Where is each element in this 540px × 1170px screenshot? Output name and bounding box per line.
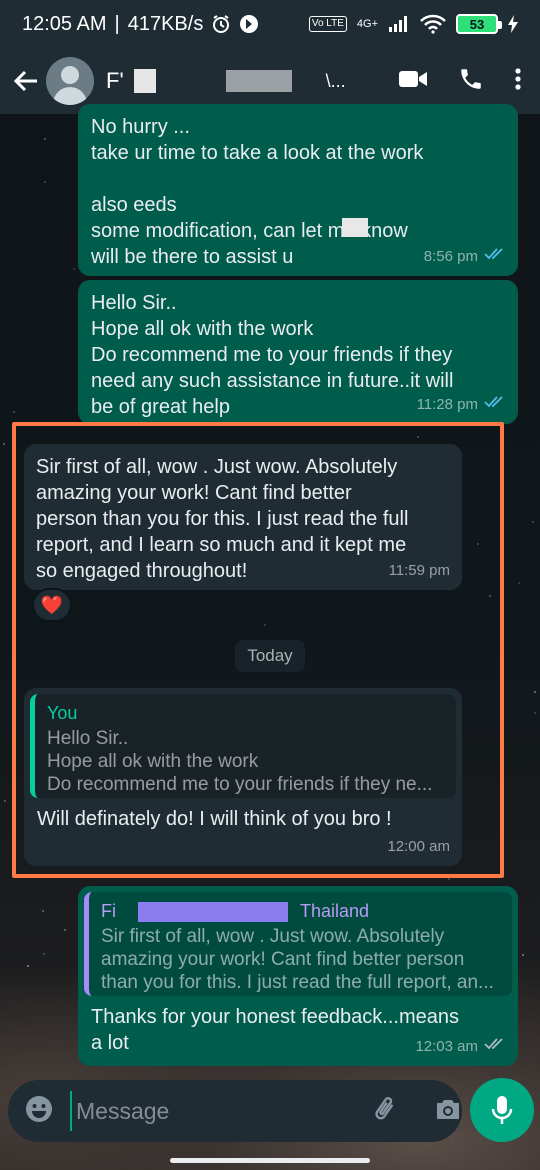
message-time: 8:56 pm [423,248,478,265]
message-input[interactable] [70,1091,372,1131]
redaction-block [138,901,288,922]
star [42,910,44,912]
arrow-left-icon [13,70,37,92]
star [13,411,15,413]
more-vert-icon[interactable] [514,67,522,96]
message-time: 11:59 pm [388,562,450,579]
heart-icon: ❤️ [40,594,64,615]
phone-icon[interactable] [458,66,484,97]
status-bar: 12:05 AM | 417KB/s Vo LTE 4G+ 53 [0,0,540,48]
navigation-handle[interactable] [170,1158,370,1163]
quoted-text: Hello Sir.. Hope all ok with the work Do… [47,728,433,795]
mic-icon [491,1096,513,1124]
quoted-author-prefix: Fi [101,901,116,921]
message-time: 12:00 am [387,838,450,855]
reaction-badge[interactable]: ❤️ [32,588,72,622]
message-time: 11:28 pm [416,396,478,413]
star [44,181,46,183]
quoted-message[interactable]: You Hello Sir.. Hope all ok with the wor… [30,694,456,798]
alarm-icon [211,14,231,34]
quoted-message[interactable]: Fi Thailand Sir first of all, wow . Just… [84,892,512,996]
quoted-author-suffix: Thailand [300,901,370,921]
quoted-author: Fi Thailand [101,900,502,923]
wifi-icon [420,14,446,34]
battery-level: 53 [469,16,485,32]
vpn-icon [239,14,259,34]
camera-icon[interactable] [434,1097,462,1126]
message-bubble[interactable]: You Hello Sir.. Hope all ok with the wor… [24,688,462,866]
avatar[interactable] [46,57,94,105]
read-ticks-icon [484,392,506,418]
message-text: Will definately do! I will think of you … [37,808,392,830]
redaction-block [225,70,292,92]
quoted-text: Sir first of all, wow . Just wow. Absolu… [101,926,494,993]
star [64,929,66,931]
message-time: 12:03 am [415,1038,478,1055]
message-composer [8,1080,462,1142]
emoji-icon[interactable] [24,1094,54,1129]
redaction-block [218,192,518,218]
charging-icon [508,15,518,33]
network-speed: 417KB/s [127,12,204,35]
mic-button[interactable] [470,1078,534,1142]
star [73,268,75,270]
star [522,954,524,956]
star [532,521,534,523]
chat-screen: 12:05 AM | 417KB/s Vo LTE 4G+ 53 F' \...… [0,0,540,1170]
message-bubble[interactable]: Hello Sir.. Hope all ok with the work Do… [78,280,518,424]
star [398,424,400,426]
message-bubble[interactable]: Sir first of all, wow . Just wow. Absolu… [24,444,462,590]
star [489,595,491,597]
star [3,443,5,445]
read-ticks-icon [484,244,506,270]
message-bubble[interactable]: No hurry ... take ur time to take a look… [78,104,518,276]
redaction-block [133,69,156,93]
redaction-block [342,217,368,237]
star [518,582,520,584]
star [264,624,266,626]
star [27,965,29,967]
contact-name[interactable]: F' \... [106,68,398,94]
volte-badge: Vo LTE [308,16,347,32]
back-button[interactable] [12,67,40,95]
star [448,878,450,880]
star [4,800,6,802]
star [477,543,479,545]
star [534,712,536,714]
contact-name-initial: F' [106,68,124,93]
status-separator: | [114,12,120,35]
contact-name-suffix: \... [325,70,346,91]
signal-icon [388,15,410,33]
delivered-ticks-icon [484,1034,506,1060]
star [417,436,419,438]
star [44,138,46,140]
video-call-icon[interactable] [398,69,428,94]
battery-indicator: 53 [456,14,502,34]
network-gen: 4G+ [356,18,378,30]
quoted-author: You [47,703,78,723]
paperclip-icon[interactable] [372,1094,400,1129]
star [534,691,536,693]
star [43,953,45,955]
message-bubble[interactable]: Fi Thailand Sir first of all, wow . Just… [78,886,518,1066]
date-separator: Today [235,640,305,672]
status-time: 12:05 AM [22,12,107,35]
